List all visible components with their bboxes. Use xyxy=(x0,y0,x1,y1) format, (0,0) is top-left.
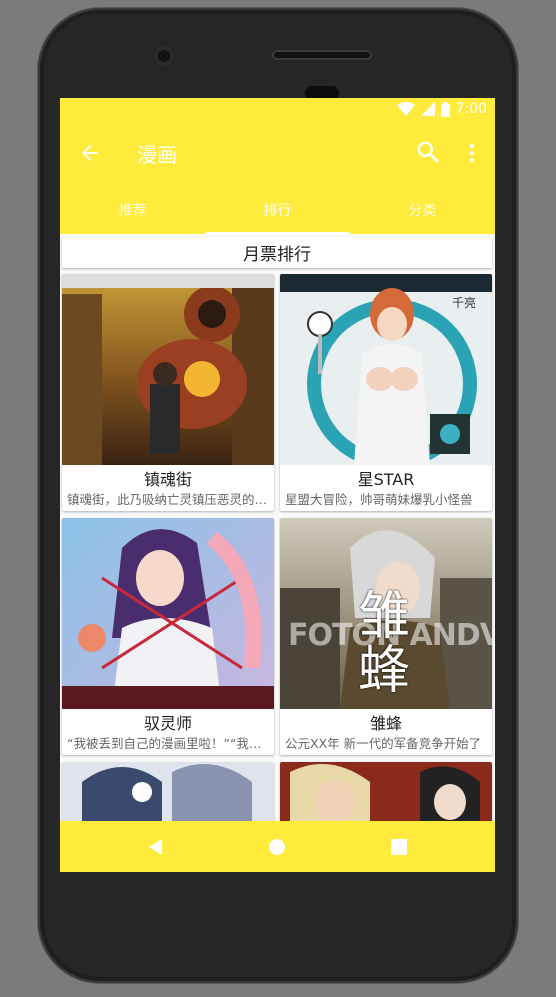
comic-title: 星STAR xyxy=(357,470,415,489)
navigation-bar xyxy=(60,821,495,872)
front-camera xyxy=(154,46,174,66)
status-time: 7:00 xyxy=(455,101,487,117)
cover-artist-text: 千亮 xyxy=(452,296,477,310)
page-title: 漫画 xyxy=(137,143,177,167)
circle-home-icon[interactable] xyxy=(265,835,289,859)
comic-card-chufeng[interactable]: FOTON ANDVENT 雏蜂 雏蜂 公元XX年 新一代的军备竞争开始了 xyxy=(280,518,492,755)
comic-description: “我被丢到自己的漫画里啦！”“我的漫画” xyxy=(67,736,270,751)
tab-ranking[interactable]: 排行 xyxy=(205,186,350,234)
comic-description: 星盟大冒险，帅哥萌妹爆乳小怪兽 xyxy=(285,492,473,507)
status-bar: 7:00 xyxy=(60,98,495,122)
status-icons: 7:00 xyxy=(396,101,487,117)
comic-cover-image xyxy=(62,274,274,465)
wifi-icon xyxy=(396,102,415,116)
comic-title: 驭灵师 xyxy=(143,714,192,733)
cell-signal-icon xyxy=(420,102,435,116)
tab-recommend[interactable]: 推荐 xyxy=(60,186,205,234)
comic-card-star[interactable]: 千亮 星STAR 星盟大冒险，帅哥萌妹爆乳小怪兽 xyxy=(280,274,492,511)
comic-card-yulingshi[interactable]: 驭灵师 “我被丢到自己的漫画里啦！”“我的漫画” xyxy=(62,518,274,755)
app-bar: 漫画 推荐 排行 分类 xyxy=(60,122,495,234)
comic-description: 公元XX年 新一代的军备竞争开始了 xyxy=(285,736,482,751)
cover-title-art: 雏蜂 xyxy=(358,587,411,701)
battery-icon xyxy=(440,101,450,117)
tab-bar: 推荐 排行 分类 xyxy=(60,186,495,234)
comic-description: 镇魂街，此乃吸纳亡灵镇压恶灵的地方 xyxy=(67,492,270,507)
section-header: 月票排行 xyxy=(62,237,492,268)
screen: 7:00 漫画 推荐 排行 分类 月票排行 镇魂街 镇魂街，此乃吸纳亡灵镇压恶灵… xyxy=(60,98,495,872)
earpiece-speaker xyxy=(272,50,372,60)
comic-cover-image xyxy=(280,762,492,821)
comic-card-partial[interactable] xyxy=(280,762,492,821)
more-vert-icon[interactable] xyxy=(462,140,482,166)
square-recents-icon[interactable] xyxy=(387,835,411,859)
comic-cover-image xyxy=(62,762,274,821)
comic-title: 镇魂街 xyxy=(143,470,192,489)
search-icon[interactable] xyxy=(415,139,441,165)
comic-card-partial[interactable] xyxy=(62,762,274,821)
triangle-back-icon[interactable] xyxy=(144,835,168,859)
content-list[interactable]: 月票排行 镇魂街 镇魂街，此乃吸纳亡灵镇压恶灵的地方 千亮 星STAR 星盟大冒… xyxy=(60,234,495,821)
comic-title: 雏蜂 xyxy=(369,714,402,733)
comic-card-zhenhunjie[interactable]: 镇魂街 镇魂街，此乃吸纳亡灵镇压恶灵的地方 xyxy=(62,274,274,511)
comic-cover-image xyxy=(62,518,274,709)
tab-category[interactable]: 分类 xyxy=(350,186,495,234)
arrow-back-icon[interactable] xyxy=(78,141,102,165)
